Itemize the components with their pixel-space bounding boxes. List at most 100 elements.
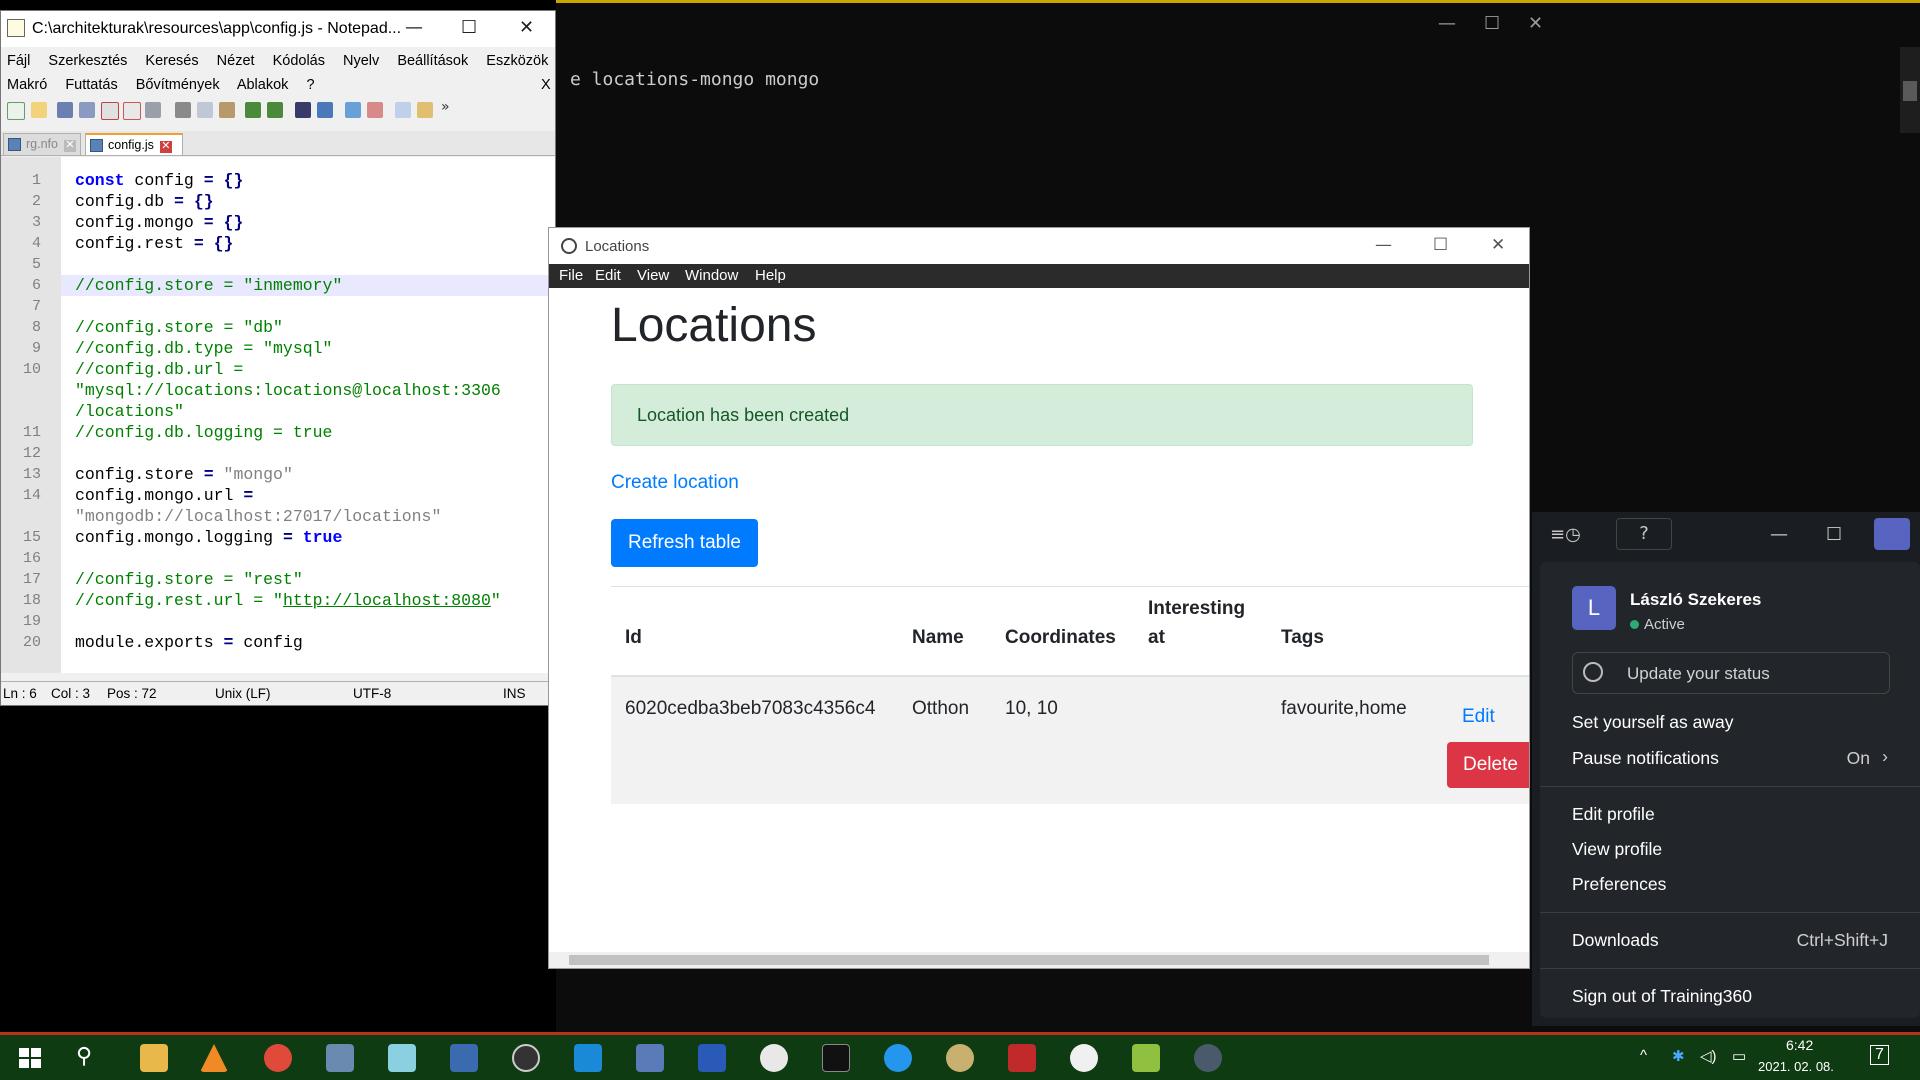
powershell-icon[interactable] — [698, 1044, 726, 1072]
update-status-field[interactable]: Update your status — [1572, 652, 1890, 694]
view-profile-item[interactable]: View profile — [1572, 839, 1662, 860]
terminal-minimize-button[interactable]: — — [1438, 13, 1456, 34]
chrome-icon[interactable] — [264, 1044, 292, 1072]
refresh-table-button[interactable]: Refresh table — [611, 519, 758, 567]
file-explorer-icon[interactable] — [140, 1044, 168, 1072]
menu-item-view[interactable]: Nézet — [217, 53, 255, 69]
paint-icon[interactable] — [946, 1044, 974, 1072]
notepad-minimize-button[interactable]: — — [405, 17, 423, 38]
edit-link[interactable]: Edit — [1462, 706, 1495, 728]
menu-item-window[interactable]: Window — [685, 267, 738, 284]
locations-minimize-button[interactable]: — — [1375, 235, 1392, 255]
menu-item-help[interactable]: Help — [755, 267, 786, 284]
undo-icon[interactable] — [245, 102, 261, 118]
search-icon[interactable]: ⚲ — [76, 1044, 104, 1072]
help-icon[interactable]: ? — [1616, 518, 1672, 550]
terminal-icon[interactable] — [822, 1044, 850, 1072]
save-icon[interactable] — [57, 102, 73, 118]
close-file-icon[interactable] — [101, 102, 119, 120]
menu-item-edit[interactable]: Szerkesztés — [48, 53, 127, 69]
windows-start-icon[interactable] — [16, 1044, 44, 1072]
notepad-titlebar[interactable]: C:\architekturak\resources\app\config.js… — [1, 11, 555, 47]
menu-close-button[interactable]: X — [541, 77, 551, 93]
notepad-maximize-button[interactable]: ☐ — [461, 17, 477, 38]
menu-item-run[interactable]: Futtatás — [65, 77, 117, 93]
replace-icon[interactable] — [317, 102, 333, 118]
tray-overflow-icon[interactable]: ^ — [1640, 1047, 1647, 1064]
vlc-icon[interactable] — [200, 1044, 228, 1072]
menu-item-search[interactable]: Keresés — [145, 53, 198, 69]
sync-vertical-icon[interactable] — [395, 102, 411, 118]
tab-rg-nfo[interactable]: rg.nfo ✕ — [3, 133, 81, 155]
clock-time[interactable]: 6:42 — [1786, 1037, 1813, 1053]
zoom-out-icon[interactable] — [367, 102, 383, 118]
network-app-icon[interactable] — [450, 1044, 478, 1072]
create-location-link[interactable]: Create location — [611, 472, 739, 494]
volume-icon[interactable]: ◁) — [1700, 1047, 1717, 1065]
terminal-titlebar[interactable]: — ☐ ✕ — [556, 3, 1920, 47]
slack-icon[interactable] — [760, 1044, 788, 1072]
sign-out-item[interactable]: Sign out of Training360 — [1572, 986, 1752, 1007]
locations-maximize-button[interactable]: ☐ — [1433, 235, 1448, 255]
virtualbox-icon[interactable] — [574, 1044, 602, 1072]
remote-desktop-icon[interactable] — [636, 1044, 664, 1072]
avatar[interactable] — [1874, 518, 1910, 550]
obs-icon[interactable] — [512, 1044, 540, 1072]
notepad-plus-plus-window[interactable]: C:\architekturak\resources\app\config.js… — [0, 10, 556, 706]
notification-center-icon[interactable]: 7 — [1870, 1045, 1889, 1065]
history-icon[interactable]: ≡◷ — [1550, 524, 1581, 545]
docker-icon[interactable] — [884, 1044, 912, 1072]
inkscape-icon[interactable] — [1070, 1044, 1098, 1072]
slack-minimize-button[interactable]: — — [1770, 524, 1788, 545]
locations-titlebar[interactable]: Locations — ☐ ✕ — [549, 228, 1529, 264]
delete-button[interactable]: Delete — [1447, 742, 1529, 788]
preferences-item[interactable]: Preferences — [1572, 874, 1666, 895]
calculator-icon[interactable] — [326, 1044, 354, 1072]
print-icon[interactable] — [145, 102, 161, 118]
terminal-scroll-thumb[interactable] — [1903, 81, 1917, 101]
paste-icon[interactable] — [219, 102, 235, 118]
network-icon[interactable]: ▭ — [1732, 1047, 1746, 1065]
save-all-icon[interactable] — [79, 102, 95, 118]
terminal-close-button[interactable]: ✕ — [1528, 13, 1543, 34]
menu-item-encoding[interactable]: Kódolás — [273, 53, 325, 69]
edit-profile-item[interactable]: Edit profile — [1572, 804, 1655, 825]
horizontal-scroll-thumb[interactable] — [569, 955, 1489, 965]
bluetooth-icon[interactable]: ✱ — [1672, 1047, 1685, 1065]
sync-horizontal-icon[interactable] — [417, 102, 433, 118]
find-icon[interactable] — [295, 102, 311, 118]
close-all-icon[interactable] — [123, 102, 141, 120]
menu-item-file[interactable]: Fájl — [7, 53, 30, 69]
menu-item-view[interactable]: View — [637, 267, 669, 284]
cut-icon[interactable] — [175, 102, 191, 118]
open-file-icon[interactable] — [31, 102, 47, 118]
menu-item-file[interactable]: File — [559, 267, 583, 284]
menu-item-tools[interactable]: Eszközök — [486, 53, 548, 69]
menu-item-help[interactable]: ? — [306, 77, 314, 93]
tab-close-icon[interactable]: ✕ — [159, 141, 172, 153]
notepad-plus-plus-icon[interactable] — [1132, 1044, 1160, 1072]
zoom-in-icon[interactable] — [345, 102, 361, 118]
menu-item-edit[interactable]: Edit — [595, 267, 621, 284]
notepad-close-button[interactable]: ✕ — [519, 17, 534, 38]
menu-item-macro[interactable]: Makró — [7, 77, 47, 93]
tab-close-icon[interactable]: ✕ — [63, 140, 76, 152]
locations-window[interactable]: Locations — ☐ ✕ File Edit View Window He… — [549, 228, 1529, 968]
code-editor[interactable]: 1 const config = {} 2 config.db = {} 3 config… — [1, 157, 555, 673]
redo-icon[interactable] — [267, 102, 283, 118]
terminal-maximize-button[interactable]: ☐ — [1484, 13, 1500, 34]
downloads-item[interactable]: Downloads — [1572, 930, 1659, 951]
set-away-item[interactable]: Set yourself as away — [1572, 712, 1733, 733]
pause-notifications-item[interactable]: Pause notifications — [1572, 748, 1719, 769]
locations-close-button[interactable]: ✕ — [1491, 235, 1505, 255]
menu-item-plugins[interactable]: Bővítmények — [136, 77, 220, 93]
slack-maximize-button[interactable]: ☐ — [1826, 524, 1842, 545]
clock-date[interactable]: 2021. 02. 08. — [1758, 1059, 1834, 1074]
game-app-icon[interactable] — [1008, 1044, 1036, 1072]
horizontal-scrollbar[interactable] — [549, 952, 1529, 968]
menu-item-language[interactable]: Nyelv — [343, 53, 379, 69]
tab-config-js[interactable]: config.js ✕ — [85, 133, 183, 155]
copy-icon[interactable] — [197, 102, 213, 118]
menu-item-window[interactable]: Ablakok — [237, 77, 289, 93]
menu-item-settings[interactable]: Beállítások — [397, 53, 468, 69]
